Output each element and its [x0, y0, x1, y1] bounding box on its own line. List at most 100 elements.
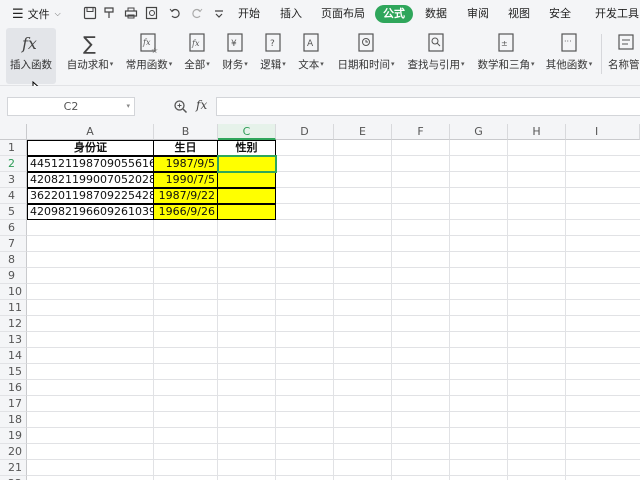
cell-a5[interactable]: 420982196609261039 [27, 204, 154, 220]
column-header-e[interactable]: E [334, 124, 392, 140]
search-book-icon [425, 32, 447, 54]
auto-sum-button[interactable]: ∑ 自动求和▾ [62, 28, 118, 84]
cell-a4[interactable]: 362201198709225428 [27, 188, 154, 204]
common-functions-button[interactable]: fx ☆ 常用函数▾ [122, 28, 176, 84]
gridline [565, 140, 566, 480]
math-book-icon: ± [495, 32, 517, 54]
math-trig-functions-button[interactable]: ± 数学和三角▾ [473, 28, 539, 84]
cell-b5[interactable]: 1966/9/26 [153, 204, 218, 220]
row-header-10[interactable]: 10 [0, 284, 27, 300]
column-header-a[interactable]: A [27, 124, 154, 140]
row-header-5[interactable]: 5 [0, 204, 27, 220]
row-header-18[interactable]: 18 [0, 412, 27, 428]
name-box[interactable]: C2 ▾ [7, 97, 135, 116]
tab-home[interactable]: 开始 [238, 6, 260, 22]
row-header-7[interactable]: 7 [0, 236, 27, 252]
tab-formulas[interactable]: 公式 [375, 5, 413, 23]
formulas-ribbon: fx 插入函数 ∑ 自动求和▾ fx ☆ 常用函数▾ fx 全部▾ ¥ 财务▾ ?… [0, 28, 640, 97]
row-header-21[interactable]: 21 [0, 460, 27, 476]
cell-b1[interactable]: 生日 [153, 140, 218, 156]
menu-bar: ☰ 文件 ⌵ 开始 插入 页面布局 公式 数据 审阅 视图 安全 开发工具 [0, 0, 640, 28]
row-header-17[interactable]: 17 [0, 396, 27, 412]
cell-a3[interactable]: 420821199007052028 [27, 172, 154, 188]
cell-c1[interactable]: 性别 [217, 140, 276, 156]
row-header-20[interactable]: 20 [0, 444, 27, 460]
row-header-22[interactable]: 22 [0, 476, 27, 480]
row-header-9[interactable]: 9 [0, 268, 27, 284]
tab-view[interactable]: 视图 [508, 6, 530, 22]
row-header-12[interactable]: 12 [0, 316, 27, 332]
row-header-19[interactable]: 19 [0, 428, 27, 444]
gridline [27, 331, 640, 332]
formula-input[interactable] [216, 97, 640, 116]
column-header-i[interactable]: I [566, 124, 640, 140]
tab-data[interactable]: 数据 [425, 6, 447, 22]
row-header-4[interactable]: 4 [0, 188, 27, 204]
save-icon[interactable] [83, 6, 97, 20]
row-header-14[interactable]: 14 [0, 348, 27, 364]
svg-text:A: A [307, 39, 314, 49]
print-icon[interactable] [124, 6, 138, 20]
column-header-h[interactable]: H [508, 124, 566, 140]
row-header-13[interactable]: 13 [0, 332, 27, 348]
gridline [27, 267, 640, 268]
date-time-functions-button[interactable]: 日期和时间▾ [333, 28, 399, 84]
column-header-c[interactable]: C [218, 124, 276, 140]
cell-b4[interactable]: 1987/9/22 [153, 188, 218, 204]
zoom-formula-icon[interactable] [173, 99, 188, 114]
cell-b2[interactable]: 1987/9/5 [153, 156, 218, 172]
column-header-g[interactable]: G [450, 124, 508, 140]
tab-developer[interactable]: 开发工具 [595, 6, 639, 22]
all-functions-button[interactable]: fx 全部▾ [180, 28, 214, 84]
gridline [27, 299, 640, 300]
row-header-16[interactable]: 16 [0, 380, 27, 396]
name-box-dropdown-icon[interactable]: ▾ [126, 98, 130, 115]
cell-c2[interactable] [217, 156, 276, 172]
yen-book-icon: ¥ [224, 32, 246, 54]
row-header-3[interactable]: 3 [0, 172, 27, 188]
lookup-reference-functions-button[interactable]: 查找与引用▾ [403, 28, 469, 84]
cell-c4[interactable] [217, 188, 276, 204]
print-preview-icon[interactable] [145, 6, 159, 20]
tab-review[interactable]: 审阅 [467, 6, 489, 22]
row-header-6[interactable]: 6 [0, 220, 27, 236]
tab-security[interactable]: 安全 [549, 6, 571, 22]
cell-c5[interactable] [217, 204, 276, 220]
select-all-corner[interactable] [0, 124, 27, 140]
row-header-11[interactable]: 11 [0, 300, 27, 316]
gridline [27, 459, 640, 460]
cell-a1[interactable]: 身份证 [27, 140, 154, 156]
text-functions-button[interactable]: A 文本▾ [294, 28, 328, 84]
tab-page-layout[interactable]: 页面布局 [321, 6, 365, 22]
cell-a2[interactable]: 445121198709055616 [27, 156, 154, 172]
file-menu-button[interactable]: ☰ 文件 ⌵ [12, 5, 61, 23]
logical-functions-button[interactable]: ? 逻辑▾ [256, 28, 290, 84]
insert-function-button[interactable]: fx 插入函数 [6, 28, 56, 84]
row-header-15[interactable]: 15 [0, 364, 27, 380]
undo-icon[interactable] [168, 6, 182, 20]
insert-function-fx-icon[interactable]: fx [196, 98, 207, 112]
chevron-down-icon: ⌵ [54, 9, 61, 18]
customize-quick-access-icon[interactable] [212, 6, 226, 20]
row-header-8[interactable]: 8 [0, 252, 27, 268]
gridline [449, 140, 450, 480]
row-header-2[interactable]: 2 [0, 156, 27, 172]
cell-c3[interactable] [217, 172, 276, 188]
tab-insert[interactable]: 插入 [280, 6, 302, 22]
gridline [27, 251, 640, 252]
spreadsheet-grid[interactable]: A B C D E F G H I 1 2 3 4 5 6 7 8 9 10 1… [0, 124, 640, 480]
redo-icon[interactable] [190, 6, 204, 20]
format-painter-icon[interactable] [103, 6, 117, 20]
row-header-1[interactable]: 1 [0, 140, 27, 156]
math-trig-functions-label: 数学和三角 [477, 59, 530, 71]
column-header-b[interactable]: B [154, 124, 218, 140]
gridline [333, 140, 334, 480]
column-header-d[interactable]: D [276, 124, 334, 140]
cell-b3[interactable]: 1990/7/5 [153, 172, 218, 188]
financial-functions-button[interactable]: ¥ 财务▾ [218, 28, 252, 84]
more-book-icon: ··· [558, 32, 580, 54]
name-manager-button[interactable]: 名称管 [606, 28, 640, 84]
column-header-f[interactable]: F [392, 124, 450, 140]
star-fx-icon: fx ☆ [138, 32, 160, 54]
more-functions-button[interactable]: ··· 其他函数▾ [542, 28, 596, 84]
